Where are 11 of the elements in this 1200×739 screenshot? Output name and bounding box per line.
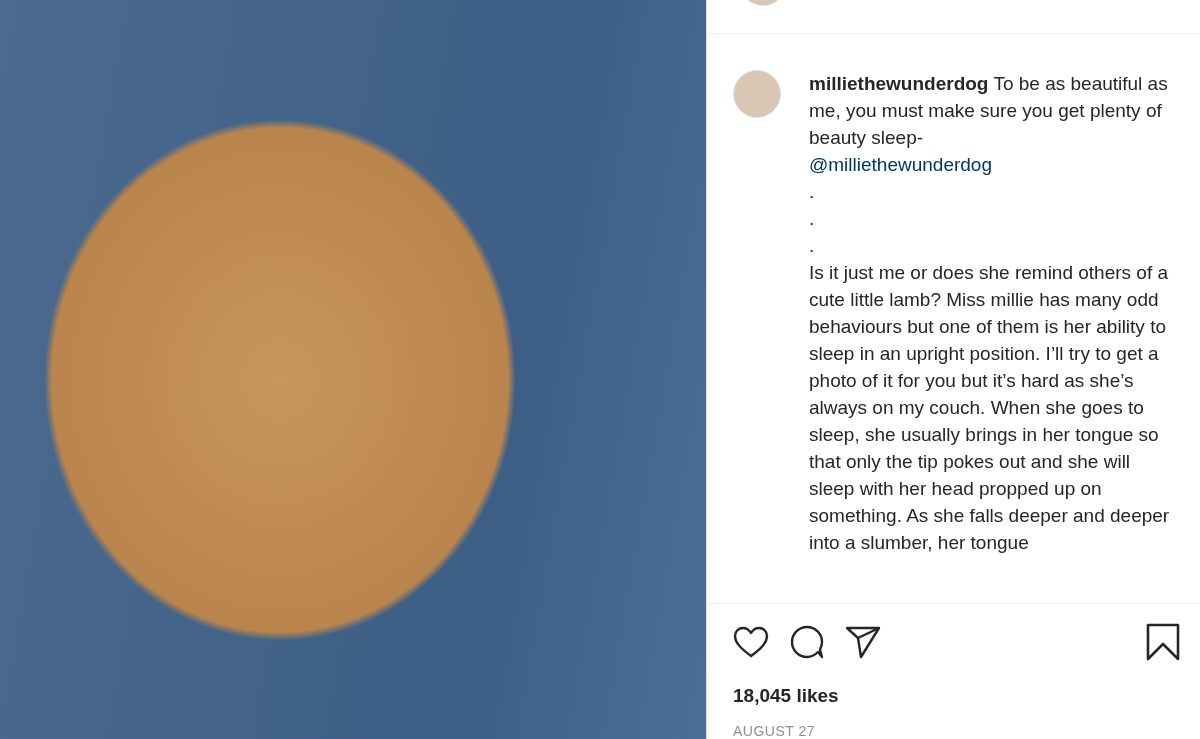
caption-dot: . — [809, 234, 815, 258]
likes-count[interactable]: 18,045 likes — [733, 685, 839, 707]
comment-icon[interactable] — [789, 623, 825, 660]
heart-icon[interactable] — [733, 625, 769, 658]
caption-text: milliethewunderdog To be as beautiful as me, you must make sure you get plenty of beauty sleep- — [809, 72, 1169, 150]
send-icon[interactable] — [845, 624, 881, 659]
caption-body: Is it just me or does she remind others of a cute little lamb? Miss millie has many odd behaviours but one of them is her ability to sleep in an upright position. I’ll try to get a photo of it for you but it’s hard as she’s always on my couch. When she goes to sleep, she usually brings in her tongue so that only the tip pokes out and she will sleep with her head propped up on something. As she falls deeper and deeper into a slumber, her tongue — [809, 261, 1171, 555]
bookmark-icon[interactable] — [1146, 622, 1180, 661]
mention-link[interactable]: @milliethewunderdog — [809, 151, 992, 178]
caption-dot: . — [809, 207, 815, 231]
caption-dot: . — [809, 180, 815, 204]
